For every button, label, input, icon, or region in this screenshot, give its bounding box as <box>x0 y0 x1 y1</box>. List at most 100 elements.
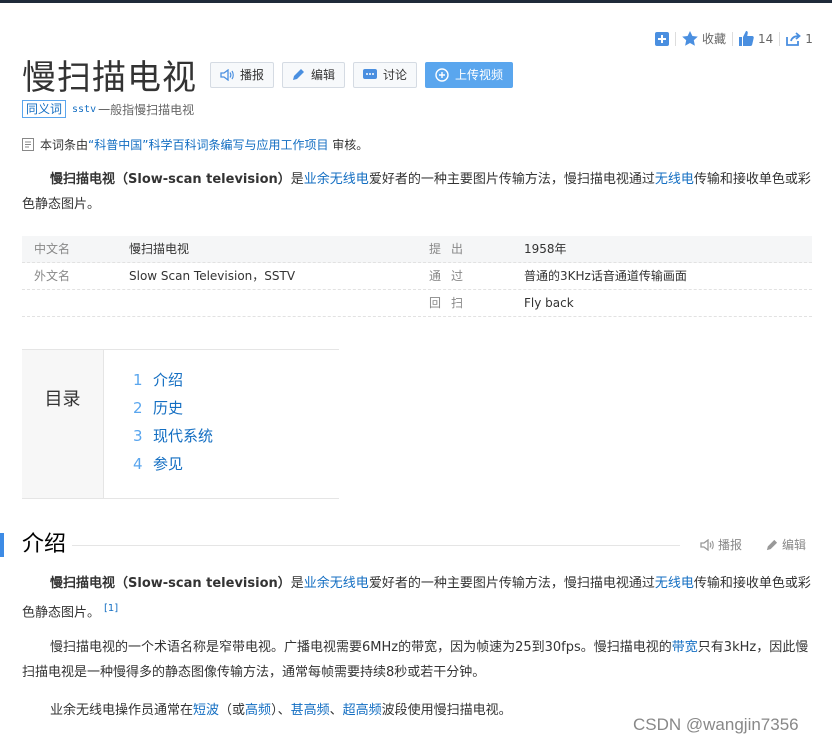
share-count: 1 <box>805 31 813 46</box>
info-key <box>22 290 129 316</box>
divider <box>675 31 676 46</box>
text: 业余无线电操作员通常在 <box>50 703 194 718</box>
toc-num: 2 <box>133 399 143 417</box>
info-row: 中文名 慢扫描电视 提出 1958年 <box>22 236 812 263</box>
toc-label: 现代系统 <box>153 427 214 445</box>
edit-label: 编辑 <box>311 68 336 82</box>
plus-square-icon <box>655 31 669 46</box>
favorite-button[interactable]: 收藏 <box>682 30 726 47</box>
synonym-row: 同义词 sstv 一般指慢扫描电视 <box>22 100 194 118</box>
section-paragraph-2: 慢扫描电视的一个术语名称是窄带电视。广播电视需要6MHz的带宽，因为帧速为25到… <box>22 635 812 685</box>
section-paragraph-1: 慢扫描电视（Slow-scan television）是业余无线电爱好者的一种主… <box>22 571 812 625</box>
toc-item[interactable]: 4 参见 <box>133 450 213 478</box>
info-value: 普通的3KHz话音通道传输画面 <box>524 269 687 283</box>
link-vhf[interactable]: 甚高频 <box>291 703 330 718</box>
pencil-icon <box>766 539 778 550</box>
info-key: 通过 <box>429 269 474 283</box>
toc-item[interactable]: 2 历史 <box>133 394 213 422</box>
divider <box>779 31 781 46</box>
section-play-button[interactable]: 播报 <box>700 536 742 553</box>
reference-link[interactable]: [1] <box>104 603 118 614</box>
synonym-tag[interactable]: 同义词 <box>22 100 67 118</box>
text: 是 <box>290 576 304 591</box>
link-uhf[interactable]: 超高频 <box>343 703 382 718</box>
toc-item[interactable]: 1 介绍 <box>133 366 213 394</box>
top-actions: 收藏 14 1 <box>655 30 813 47</box>
toc-num: 3 <box>133 427 143 445</box>
play-button[interactable]: 播报 <box>210 61 275 88</box>
add-button[interactable] <box>655 31 669 46</box>
like-count: 14 <box>758 31 774 46</box>
section-title: 介绍 <box>22 532 67 557</box>
page-title: 慢扫描电视 <box>22 58 197 98</box>
divider <box>732 31 734 46</box>
summary-term: 慢扫描电视（Slow-scan television） <box>50 172 291 187</box>
speaker-icon <box>700 538 714 551</box>
basic-info-table: 中文名 慢扫描电视 提出 1958年 外文名 Slow Scan Televis… <box>22 236 812 317</box>
upload-video-button[interactable]: 上传视频 <box>425 61 514 88</box>
section-edit-button[interactable]: 编辑 <box>766 536 806 553</box>
discuss-label: 讨论 <box>383 68 408 82</box>
review-prefix: 本词条由 <box>40 138 89 152</box>
link-ham-radio[interactable]: 业余无线电 <box>304 576 369 591</box>
link-bandwidth[interactable]: 带宽 <box>672 640 698 655</box>
text: ）、 <box>271 703 291 718</box>
info-value: 1958年 <box>524 242 567 256</box>
toc-list: 1 介绍 2 历史 3 现代系统 4 参见 <box>104 350 213 498</box>
link-radio[interactable]: 无线电 <box>655 172 694 187</box>
term: 慢扫描电视（Slow-scan television） <box>50 576 291 591</box>
table-of-contents: 目录 1 介绍 2 历史 3 现代系统 4 参见 <box>22 349 339 499</box>
top-border <box>0 0 832 3</box>
document-icon <box>22 138 34 151</box>
text: 波段使用慢扫描电视。 <box>381 703 512 718</box>
share-icon <box>786 31 802 46</box>
info-key: 提出 <box>429 242 474 256</box>
star-icon <box>682 31 698 46</box>
watermark: CSDN @wangjin7356 <box>633 715 799 734</box>
edit-button[interactable]: 编辑 <box>282 61 346 88</box>
upload-circle-icon <box>435 67 449 82</box>
text: （或 <box>219 703 246 718</box>
info-row: 外文名 Slow Scan Television，SSTV 通过 普通的3KHz… <box>22 263 812 290</box>
toc-item[interactable]: 3 现代系统 <box>133 422 213 450</box>
share-button[interactable]: 1 <box>786 32 813 46</box>
text: 是 <box>290 172 304 187</box>
info-value <box>129 290 417 316</box>
section-edit-label: 编辑 <box>782 538 807 552</box>
info-key: 中文名 <box>34 242 71 256</box>
info-key: 回扫 <box>429 296 474 310</box>
link-shortwave[interactable]: 短波 <box>193 703 219 718</box>
pencil-icon <box>293 69 305 80</box>
chat-icon <box>363 69 378 79</box>
text: 、 <box>329 703 343 718</box>
discuss-button[interactable]: 讨论 <box>353 61 418 88</box>
review-suffix: 审核。 <box>328 138 369 152</box>
section-accent-bar <box>0 533 4 557</box>
toc-title: 目录 <box>22 350 104 498</box>
link-hf[interactable]: 高频 <box>245 703 271 718</box>
link-ham-radio[interactable]: 业余无线电 <box>304 172 369 187</box>
review-project-link[interactable]: “科普中国”科学百科词条编写与应用工作项目 <box>88 138 328 152</box>
section-divider <box>72 545 680 546</box>
link-radio[interactable]: 无线电 <box>655 576 694 591</box>
toc-num: 1 <box>133 371 143 389</box>
synonym-code[interactable]: sstv <box>72 104 96 115</box>
info-row: 回扫 Fly back <box>22 290 812 317</box>
section-play-label: 播报 <box>718 538 743 552</box>
section-actions: 播报 编辑 <box>700 536 806 553</box>
review-note: 本词条由“科普中国”科学百科词条编写与应用工作项目 审核。 <box>22 136 368 153</box>
text: 爱好者的一种主要图片传输方法，慢扫描电视通过 <box>368 172 655 187</box>
summary-paragraph: 慢扫描电视（Slow-scan television）是业余无线电爱好者的一种主… <box>22 167 812 217</box>
text: 慢扫描电视的一个术语名称是窄带电视。广播电视需要6MHz的带宽，因为帧速为25到… <box>50 640 672 655</box>
play-label: 播报 <box>240 68 265 82</box>
section-heading: 介绍 播报 编辑 <box>0 531 832 559</box>
info-value: 慢扫描电视 <box>129 242 190 256</box>
text: 爱好者的一种主要图片传输方法，慢扫描电视通过 <box>368 576 655 591</box>
thumbs-up-icon <box>739 31 754 46</box>
toc-num: 4 <box>133 455 143 473</box>
upload-label: 上传视频 <box>455 68 504 82</box>
like-button[interactable]: 14 <box>739 31 773 46</box>
synonym-text: 一般指慢扫描电视 <box>98 102 195 117</box>
info-value: Slow Scan Television，SSTV <box>129 269 296 283</box>
info-key: 外文名 <box>34 269 71 283</box>
